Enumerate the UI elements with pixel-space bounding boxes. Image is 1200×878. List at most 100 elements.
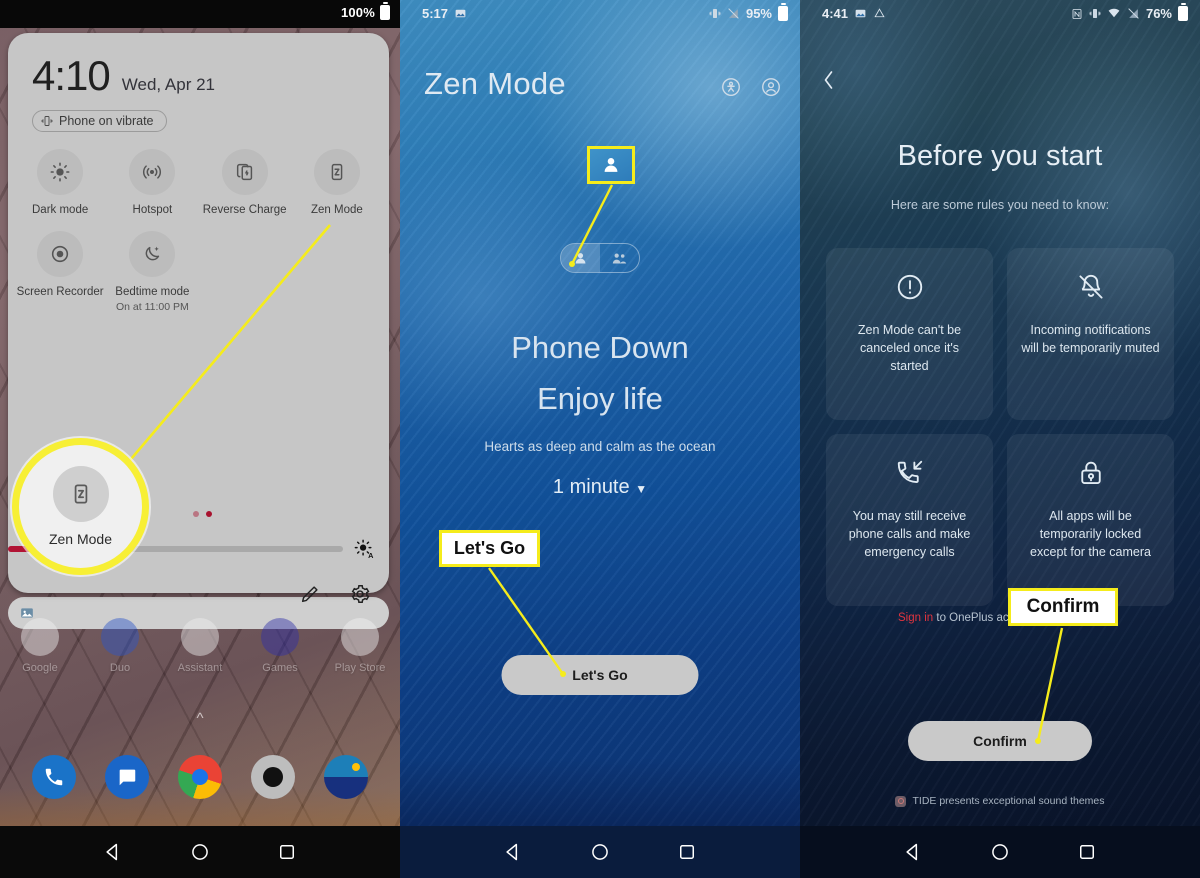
back-triangle-icon[interactable]: [503, 842, 523, 862]
qs-tile-screen-recorder[interactable]: Screen Recorder: [14, 231, 106, 312]
brightness-slider[interactable]: [8, 539, 343, 559]
tide-footer-text: TIDE presents exceptional sound themes: [912, 795, 1105, 807]
zen-mode-type-toggle[interactable]: [560, 243, 640, 273]
dock-camera-icon[interactable]: [250, 755, 295, 799]
qs-tile-bedtime-mode[interactable]: Bedtime mode On at 11:00 PM: [106, 231, 198, 313]
qs-page-dots[interactable]: [193, 511, 212, 517]
home-app-assistant[interactable]: Assistant: [160, 618, 240, 674]
toggle-option-group[interactable]: [600, 244, 639, 272]
home-app-play-store[interactable]: Play Store: [320, 618, 400, 674]
group-people-icon: [612, 253, 627, 263]
account-profile-icon[interactable]: [760, 76, 782, 98]
tide-footer: TIDE presents exceptional sound themes: [800, 795, 1200, 807]
pencil-edit-icon[interactable]: [299, 583, 321, 605]
battery-icon: [778, 3, 788, 21]
signin-hint: Sign in to OnePlus account to sync data: [800, 612, 1200, 624]
home-app-games[interactable]: Games: [240, 618, 320, 674]
panel2-status-bar: 5:17 95%: [400, 0, 800, 30]
zen-mode-page-title: Zen Mode: [424, 66, 566, 101]
qs-tile-zen-mode[interactable]: Zen Mode: [291, 149, 383, 217]
quick-settings-grid: Dark mode Hotspot Reverse Charge Zen Mod…: [14, 149, 383, 313]
back-triangle-icon[interactable]: [103, 842, 123, 862]
rule-card-cannot-cancel: Zen Mode can't be canceled once it's sta…: [826, 248, 993, 420]
screen-recorder-icon: [37, 231, 84, 278]
panel2-navigation-bar: [400, 826, 800, 878]
panel1-status-bar: 100%: [0, 0, 400, 28]
brightness-slider-knob[interactable]: [71, 539, 92, 559]
signin-link[interactable]: Sign in: [898, 612, 933, 624]
bell-off-icon: [1078, 274, 1103, 299]
svg-text:A: A: [368, 551, 374, 560]
toggle-option-solo[interactable]: [561, 244, 600, 272]
home-circle-icon[interactable]: [590, 842, 610, 862]
battery-full-icon: [380, 2, 390, 20]
exclamation-circle-icon: [897, 274, 922, 300]
chevron-left-icon[interactable]: [822, 70, 835, 96]
panel3-status-bar: 4:41 76%: [800, 0, 1200, 30]
status-time: 4:41: [822, 6, 849, 21]
dock-phone-icon[interactable]: [32, 755, 77, 799]
vibrate-icon: [709, 9, 721, 18]
back-triangle-icon[interactable]: [903, 842, 923, 862]
reverse-charge-icon: [221, 149, 268, 195]
vibrate-status-chip[interactable]: Phone on vibrate: [32, 110, 167, 132]
confirm-button[interactable]: Confirm: [908, 721, 1092, 761]
rule-card-notifications-muted: Incoming notifications will be temporari…: [1007, 248, 1174, 420]
dock-messages-icon[interactable]: [105, 755, 150, 799]
recents-square-icon[interactable]: [677, 842, 697, 862]
clock-date: Wed, Apr 21: [121, 75, 215, 94]
qs-tile-dark-mode[interactable]: Dark mode: [14, 149, 106, 217]
zen-duration-selector[interactable]: 1 minute ▼: [400, 476, 800, 499]
gear-settings-icon[interactable]: [349, 583, 371, 605]
zen-hero-line-2: Enjoy life: [537, 381, 663, 416]
panel3-navigation-bar: [800, 826, 1200, 878]
qs-tile-hotspot[interactable]: Hotspot: [106, 149, 198, 217]
tide-icon: [895, 795, 907, 807]
battery-percent-label: 100%: [340, 5, 375, 20]
recents-square-icon[interactable]: [1077, 842, 1097, 862]
app-drawer-chevron-up-icon[interactable]: ^: [0, 710, 400, 727]
qs-label: Reverse Charge: [202, 204, 287, 216]
home-circle-icon[interactable]: [190, 842, 210, 862]
hotspot-icon: [129, 149, 176, 195]
panel-quick-settings: Google Duo Assistant Games Play Store ^: [0, 0, 400, 878]
bedtime-moon-icon: [129, 231, 176, 278]
recents-square-icon[interactable]: [277, 842, 297, 862]
signin-rest: to OnePlus account to sync data: [933, 612, 1102, 624]
rule-card-apps-locked: All apps will be temporarily locked exce…: [1007, 434, 1174, 606]
screenshot-image-icon: [455, 9, 466, 18]
zen-stats-icon[interactable]: [720, 76, 742, 98]
panel-zen-mode-start: 5:17 95% Zen Mode Phone Down Enjoy life …: [400, 0, 800, 878]
quick-settings-shade: 4:10 Wed, Apr 21 Phone on vibrate Dark m…: [8, 33, 389, 603]
battery-percent-label: 76%: [1145, 6, 1172, 21]
app-label: Assistant: [177, 662, 223, 674]
drive-icon: [874, 8, 885, 18]
qs-label: Screen Recorder: [16, 286, 104, 299]
dock-gallery-icon[interactable]: [323, 755, 368, 799]
home-app-google[interactable]: Google: [0, 618, 80, 674]
clock-time: 4:10: [32, 52, 111, 99]
rule-text: Incoming notifications will be temporari…: [1021, 323, 1160, 355]
qs-label: Hotspot: [132, 204, 173, 216]
lets-go-button[interactable]: Let's Go: [501, 655, 699, 695]
app-label: Play Store: [334, 662, 386, 674]
battery-percent-label: 95%: [745, 6, 772, 21]
qs-footer-actions: [299, 583, 371, 605]
home-app-row: Google Duo Assistant Games Play Store: [0, 618, 400, 674]
zen-duration-value: 1 minute: [552, 476, 630, 498]
home-app-duo[interactable]: Duo: [80, 618, 160, 674]
no-signal-icon: [1128, 8, 1139, 19]
home-circle-icon[interactable]: [990, 842, 1010, 862]
home-dock: [0, 755, 400, 799]
vibrate-icon: [41, 116, 53, 126]
status-time: 5:17: [422, 6, 449, 21]
nfc-icon: [1072, 8, 1082, 19]
rule-text: All apps will be temporarily locked exce…: [1030, 509, 1151, 559]
qs-tile-reverse-charge[interactable]: Reverse Charge: [199, 149, 291, 217]
dock-chrome-icon[interactable]: [177, 755, 222, 799]
battery-icon: [1178, 3, 1188, 21]
brightness-auto-icon[interactable]: A: [353, 538, 375, 560]
panel-before-you-start: 4:41 76% Before you start Here are some …: [800, 0, 1200, 878]
vibrate-icon: [1089, 9, 1101, 18]
zen-hero-subtitle: Hearts as deep and calm as the ocean: [484, 439, 716, 454]
